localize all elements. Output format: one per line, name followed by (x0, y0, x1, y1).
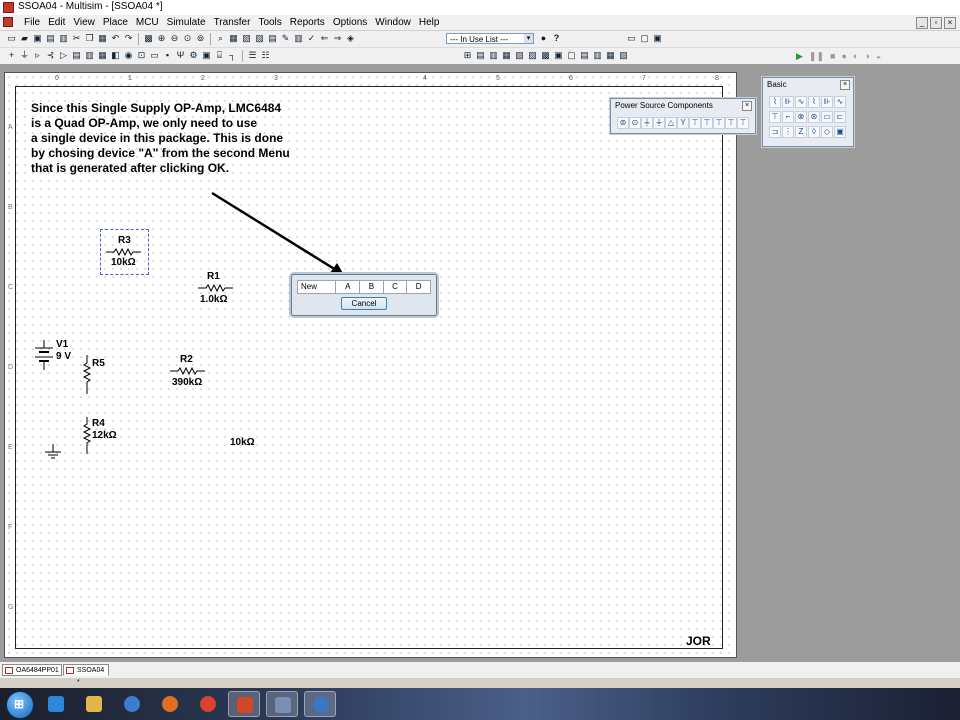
potentiometer-icon[interactable]: ⌇ (808, 96, 820, 108)
switch-icon[interactable]: ⌐ (782, 111, 794, 123)
pullup-icon[interactable]: ⊤ (769, 111, 781, 123)
capacitor-icon[interactable]: ⊪ (782, 96, 794, 108)
resistor-icon[interactable]: ⌇ (769, 96, 781, 108)
section-a-cell[interactable]: A (336, 281, 361, 293)
vdd-icon[interactable]: ⊤ (701, 117, 713, 129)
section-select-dialog: New A B C D Cancel (291, 274, 437, 316)
tab-oa6484pp01[interactable]: OA6484PP01 (2, 664, 62, 676)
multisim-taskbar-icon[interactable] (266, 691, 298, 717)
battery-v1-symbol[interactable] (33, 340, 55, 372)
section-d-cell[interactable]: D (407, 281, 430, 293)
vee-icon[interactable]: ⊤ (713, 117, 725, 129)
variable-inductor-icon[interactable]: ∿ (834, 96, 846, 108)
digital-ground-icon[interactable]: ⏚ (641, 117, 653, 129)
relay-icon[interactable]: ▭ (821, 111, 833, 123)
r4-value: 12kΩ (92, 430, 117, 441)
z-load-icon[interactable]: Z (795, 126, 807, 138)
floating-value-label[interactable]: 10kΩ (230, 437, 255, 448)
r1-value: 1.0kΩ (200, 294, 228, 305)
ground-icon[interactable] (44, 444, 62, 462)
app-window-icon[interactable] (304, 691, 336, 717)
r5-ref: R5 (92, 358, 105, 369)
section-header-new: New (298, 281, 337, 293)
author-initials[interactable]: JOR (686, 634, 711, 648)
resistor-pack-icon[interactable]: ⋮ (782, 126, 794, 138)
crystal-icon[interactable]: ◊ (808, 126, 820, 138)
power-palette-title: Power Source Components (615, 101, 713, 110)
chrome-icon[interactable] (192, 691, 224, 717)
close-icon[interactable]: × (742, 101, 752, 111)
section-b-cell[interactable]: B (360, 281, 384, 293)
vcc-icon[interactable]: ⊤ (689, 117, 701, 129)
basic-virtual-icon[interactable]: ▣ (834, 126, 846, 138)
r3-ref: R3 (118, 235, 131, 246)
three-phase-delta-icon[interactable]: △ (665, 117, 677, 129)
close-icon[interactable]: × (840, 80, 850, 90)
r2-value: 390kΩ (172, 377, 203, 388)
rated-virtual-icon[interactable]: ◇ (821, 126, 833, 138)
section-table: New A B C D (297, 280, 431, 294)
schematic-icon (5, 667, 13, 674)
resistor-r3-symbol[interactable] (104, 247, 144, 257)
resistor-r2-symbol[interactable] (168, 366, 208, 376)
internet-explorer-icon[interactable] (40, 691, 72, 717)
media-player-icon[interactable] (116, 691, 148, 717)
variable-capacitor-icon[interactable]: ⊪ (821, 96, 833, 108)
cancel-button[interactable]: Cancel (341, 297, 387, 310)
windows-taskbar: ⊞ (0, 688, 960, 720)
r2-ref: R2 (180, 354, 193, 365)
connector-icon[interactable]: ⊏ (834, 111, 846, 123)
ground-palette-icon[interactable]: ⏚ (653, 117, 665, 129)
r4-ref: R4 (92, 418, 105, 429)
socket-icon[interactable]: ⊐ (769, 126, 781, 138)
vss-icon[interactable]: ⊤ (725, 117, 737, 129)
resistor-r1-symbol[interactable] (196, 283, 236, 293)
nonlinear-transformer-icon[interactable]: ⊛ (808, 111, 820, 123)
power-source-palette: Power Source Components × ⊚ ⊙ ⏚ ⏚ △ Y ⊤ … (610, 98, 756, 134)
sheet-tabs: OA6484PP01 SSOA04 * (0, 662, 960, 686)
r1-ref: R1 (207, 271, 220, 282)
section-c-cell[interactable]: C (384, 281, 408, 293)
schematic-icon (66, 667, 74, 674)
tab-label: OA6484PP01 (16, 667, 59, 674)
dc-power-icon[interactable]: ⊙ (629, 117, 641, 129)
windows-start-icon[interactable]: ⊞ (6, 691, 34, 719)
transformer-icon[interactable]: ⊗ (795, 111, 807, 123)
v1-ref: V1 (56, 339, 69, 350)
three-phase-wye-icon[interactable]: Y (677, 117, 689, 129)
firefox-icon[interactable] (154, 691, 186, 717)
tab-ssoa04[interactable]: SSOA04 * (63, 664, 109, 686)
powerpoint-icon[interactable] (228, 691, 260, 717)
r3-value: 10kΩ (111, 257, 136, 268)
basic-palette-title: Basic (767, 80, 787, 89)
file-explorer-icon[interactable] (78, 691, 110, 717)
vdd-alt-icon[interactable]: ⊤ (737, 117, 749, 129)
inductor-icon[interactable]: ∿ (795, 96, 807, 108)
basic-palette: Basic × ⌇ ⊪ ∿ ⌇ ⊪ ∿ ⊤ ⌐ ⊗ ⊛ ▭ ⊏ ⊐ ⋮ Z ◊ … (762, 77, 854, 147)
ac-power-icon[interactable]: ⊚ (617, 117, 629, 129)
v1-value: 9 V (56, 351, 72, 362)
